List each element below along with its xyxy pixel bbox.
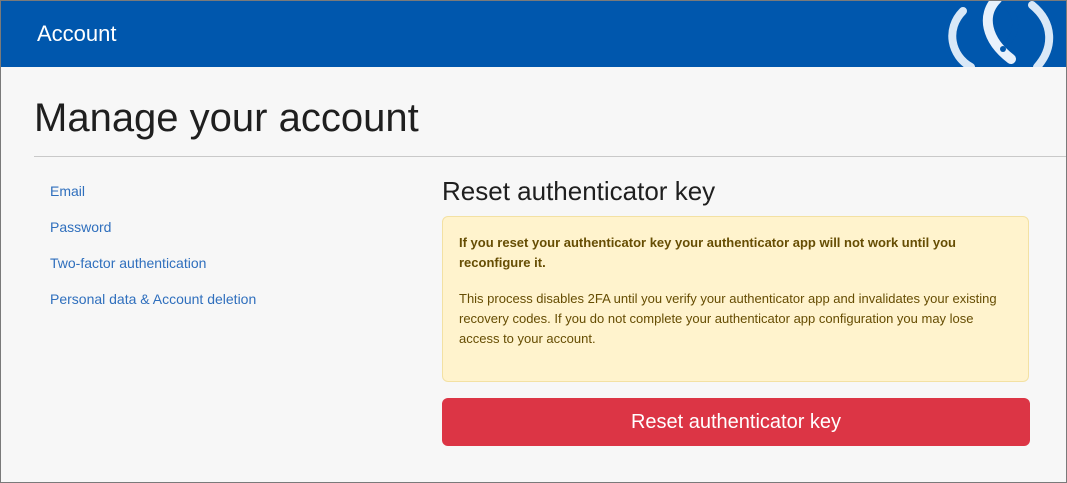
sidebar-item-password[interactable]: Password	[50, 218, 390, 254]
sidebar-item-email[interactable]: Email	[50, 182, 390, 218]
page-title: Manage your account	[34, 96, 419, 140]
sidebar-item-two-factor-authentication[interactable]: Two-factor authentication	[50, 254, 390, 290]
page-divider	[34, 156, 1066, 157]
logo-dot	[1000, 46, 1006, 52]
app-window: Account Manage your account Email Passwo…	[0, 0, 1067, 483]
logo-icon	[948, 1, 1054, 67]
warning-alert: If you reset your authenticator key your…	[442, 216, 1029, 382]
header-title: Account	[37, 21, 117, 46]
warning-strong-text: If you reset your authenticator key your…	[459, 235, 956, 270]
logo-inner-curve	[1004, 4, 1019, 44]
sidebar-item-personal-data[interactable]: Personal data & Account deletion	[50, 290, 390, 326]
section-title: Reset authenticator key	[442, 176, 716, 206]
account-sidebar: Email Password Two-factor authentication…	[50, 182, 390, 326]
reset-authenticator-key-button[interactable]: Reset authenticator key	[442, 398, 1030, 446]
top-header: Account	[1, 1, 1066, 67]
logo-arc-left	[948, 7, 975, 67]
logo-arc-right	[1028, 1, 1054, 67]
warning-body-text: This process disables 2FA until you veri…	[459, 291, 997, 346]
